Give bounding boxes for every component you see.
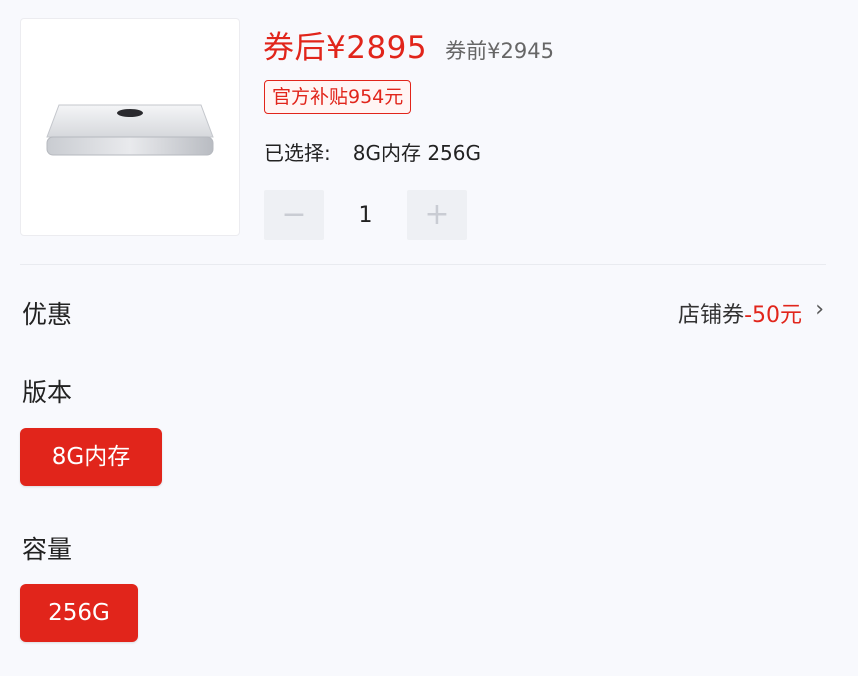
quantity-value[interactable]: 1	[324, 203, 407, 228]
product-thumbnail[interactable]	[20, 18, 240, 236]
promotion-label: 优惠	[22, 300, 73, 329]
selected-spec-value: 8G内存 256G	[352, 141, 482, 165]
selected-spec: 已选择: 8G内存 256G	[264, 137, 481, 166]
chevron-right-icon: ›	[815, 297, 824, 322]
subsidy-badge: 官方补贴954元	[264, 80, 412, 114]
store-coupon-amount: -50元	[744, 303, 802, 328]
store-coupon-prefix: 店铺券	[678, 303, 745, 328]
store-coupon-link[interactable]: 店铺券-50元 ›	[678, 297, 824, 329]
price-after-coupon: 券后¥2895	[263, 30, 428, 66]
quantity-stepper: − 1 +	[264, 190, 467, 240]
version-option-8g[interactable]: 8G内存	[20, 428, 162, 486]
mac-mini-icon	[46, 104, 214, 156]
price-row: 券后¥2895 券前¥2945	[263, 22, 554, 67]
capacity-label: 容量	[22, 535, 73, 564]
selected-spec-label: 已选择:	[264, 141, 331, 165]
decrease-quantity-button[interactable]: −	[264, 190, 324, 240]
increase-quantity-button[interactable]: +	[407, 190, 467, 240]
divider	[20, 264, 826, 265]
capacity-option-256g[interactable]: 256G	[20, 584, 138, 642]
price-before-coupon: 券前¥2945	[445, 39, 554, 63]
version-label: 版本	[22, 378, 73, 407]
